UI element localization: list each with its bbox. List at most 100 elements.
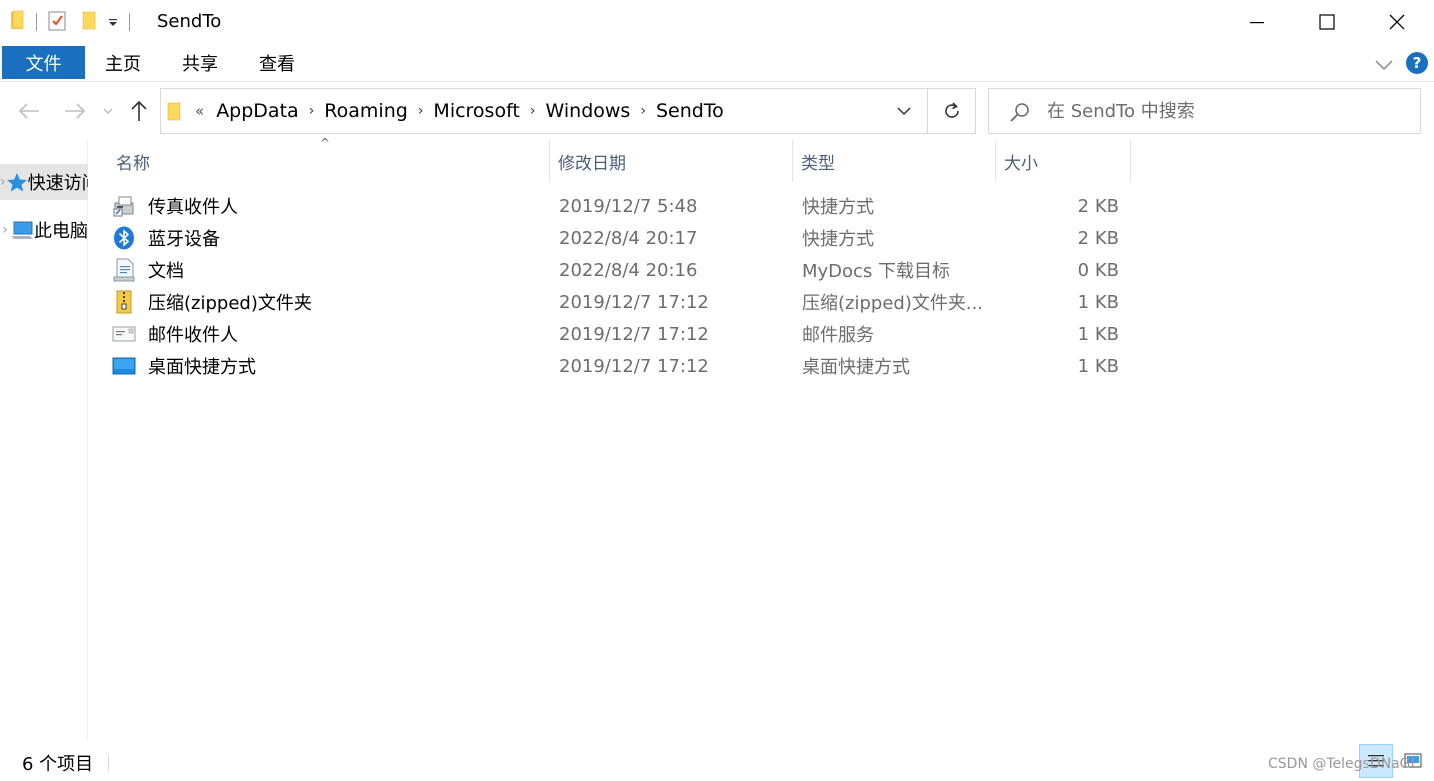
file-name: 桌面快捷方式 xyxy=(148,357,256,378)
breadcrumb-separator[interactable]: › xyxy=(309,103,315,119)
file-name: 压缩(zipped)文件夹 xyxy=(148,293,312,314)
breadcrumb: « AppData › Roaming › Microsoft › Window… xyxy=(195,89,724,133)
tab-share[interactable]: 共享 xyxy=(182,46,218,79)
nav-item-this-pc[interactable]: › 此电脑 xyxy=(0,212,88,248)
computer-icon xyxy=(10,220,34,240)
file-type: 快捷方式 xyxy=(802,197,874,218)
file-size: 1 KB xyxy=(1077,355,1119,377)
file-type: 邮件服务 xyxy=(802,325,874,346)
recent-locations-button[interactable] xyxy=(98,98,118,124)
breadcrumb-separator[interactable]: › xyxy=(530,103,536,119)
minimize-icon xyxy=(1250,22,1264,24)
file-date: 2019/12/7 5:48 xyxy=(559,195,698,217)
nav-item-label: 此电脑 xyxy=(34,221,88,242)
nav-item-quick-access[interactable]: › 快速访问 xyxy=(0,164,88,200)
breadcrumb-overflow[interactable]: « xyxy=(195,102,204,120)
desktop-icon xyxy=(112,354,136,378)
file-date: 2019/12/7 17:12 xyxy=(559,291,709,313)
file-size: 1 KB xyxy=(1077,323,1119,345)
list-item[interactable]: 邮件收件人 2019/12/7 17:12 邮件服务 1 KB xyxy=(112,318,1132,350)
file-size: 2 KB xyxy=(1077,227,1119,249)
expand-chevron-icon[interactable]: › xyxy=(0,222,10,238)
search-box[interactable] xyxy=(988,88,1421,134)
list-item[interactable]: 桌面快捷方式 2019/12/7 17:12 桌面快捷方式 1 KB xyxy=(112,350,1132,382)
address-bar[interactable]: « AppData › Roaming › Microsoft › Window… xyxy=(160,88,976,134)
search-input[interactable] xyxy=(1047,97,1407,125)
column-header-date[interactable]: 修改日期 xyxy=(550,140,793,182)
file-name: 邮件收件人 xyxy=(148,325,238,346)
file-size: 1 KB xyxy=(1077,291,1119,313)
close-button[interactable] xyxy=(1362,0,1432,44)
navigation-bar: « AppData › Roaming › Microsoft › Window… xyxy=(0,84,1434,138)
folder-icon xyxy=(167,101,181,125)
breadcrumb-separator[interactable]: › xyxy=(418,103,424,119)
arrow-left-icon xyxy=(18,103,39,119)
customize-toolbar-icon[interactable] xyxy=(107,13,119,32)
file-size: 2 KB xyxy=(1077,195,1119,217)
maximize-button[interactable] xyxy=(1292,0,1362,44)
column-header-name[interactable]: 名称 xyxy=(108,140,550,182)
quick-access-toolbar xyxy=(10,10,140,34)
zip-folder-icon xyxy=(112,290,136,314)
file-type: MyDocs 下载目标 xyxy=(802,261,951,282)
toolbar-separator xyxy=(129,13,130,31)
watermark-text: CSDN @TelegsDNaGI xyxy=(1268,756,1415,772)
column-header-type[interactable]: 类型 xyxy=(793,140,996,182)
breadcrumb-item[interactable]: Windows xyxy=(546,100,631,122)
file-type: 桌面快捷方式 xyxy=(802,357,910,378)
close-icon xyxy=(1389,14,1405,30)
maximize-icon xyxy=(1319,14,1335,30)
address-history-button[interactable] xyxy=(889,89,919,133)
up-button[interactable] xyxy=(126,98,152,124)
folder-icon xyxy=(10,10,26,34)
document-icon xyxy=(112,258,136,282)
tab-view[interactable]: 查看 xyxy=(259,46,295,79)
search-icon xyxy=(1009,101,1031,127)
file-size: 0 KB xyxy=(1077,259,1119,281)
forward-button[interactable] xyxy=(62,98,88,124)
file-type: 压缩(zipped)文件夹... xyxy=(802,293,984,314)
mail-icon xyxy=(112,322,136,346)
status-separator xyxy=(108,754,109,772)
breadcrumb-separator[interactable]: › xyxy=(640,103,646,119)
file-date: 2019/12/7 17:12 xyxy=(559,355,709,377)
file-date: 2022/8/4 20:16 xyxy=(559,259,698,281)
column-header-size[interactable]: 大小 xyxy=(996,140,1131,182)
item-count: 6 个项目 xyxy=(22,754,94,775)
list-item[interactable]: 蓝牙设备 2022/8/4 20:17 快捷方式 2 KB xyxy=(112,222,1132,254)
expand-ribbon-icon[interactable] xyxy=(1375,56,1393,75)
help-button[interactable]: ? xyxy=(1406,52,1428,74)
list-item[interactable]: 文档 2022/8/4 20:16 MyDocs 下载目标 0 KB xyxy=(112,254,1132,286)
window-title: SendTo xyxy=(157,11,222,32)
breadcrumb-item[interactable]: SendTo xyxy=(656,100,724,122)
breadcrumb-item[interactable]: Roaming xyxy=(324,100,408,122)
list-item[interactable]: 传真收件人 2019/12/7 5:48 快捷方式 2 KB xyxy=(112,190,1132,222)
arrow-right-icon xyxy=(65,103,86,119)
file-date: 2019/12/7 17:12 xyxy=(559,323,709,345)
title-bar: SendTo xyxy=(0,0,1434,44)
arrow-up-icon xyxy=(131,100,147,121)
file-date: 2022/8/4 20:17 xyxy=(559,227,698,249)
back-button[interactable] xyxy=(16,98,42,124)
breadcrumb-item[interactable]: AppData xyxy=(216,100,299,122)
bluetooth-icon xyxy=(112,226,136,250)
list-item[interactable]: 压缩(zipped)文件夹 2019/12/7 17:12 压缩(zipped)… xyxy=(112,286,1132,318)
new-folder-icon[interactable] xyxy=(81,10,97,34)
file-type: 快捷方式 xyxy=(802,229,874,250)
breadcrumb-item[interactable]: Microsoft xyxy=(433,100,519,122)
properties-icon[interactable] xyxy=(47,9,67,35)
file-name: 蓝牙设备 xyxy=(148,229,220,250)
chevron-down-icon xyxy=(103,108,113,114)
star-icon xyxy=(6,172,28,192)
ribbon-tabs: 文件 主页 共享 查看 ? xyxy=(0,44,1434,82)
tab-file[interactable]: 文件 xyxy=(2,46,85,79)
chevron-down-icon xyxy=(897,106,911,115)
nav-item-label: 快速访问 xyxy=(27,173,88,194)
refresh-button[interactable] xyxy=(927,89,975,133)
file-name: 传真收件人 xyxy=(148,197,238,218)
tab-home[interactable]: 主页 xyxy=(105,46,141,79)
file-name: 文档 xyxy=(148,261,184,282)
minimize-button[interactable] xyxy=(1222,0,1292,44)
toolbar-separator xyxy=(36,13,37,31)
status-bar: 6 个项目 xyxy=(0,744,1434,781)
